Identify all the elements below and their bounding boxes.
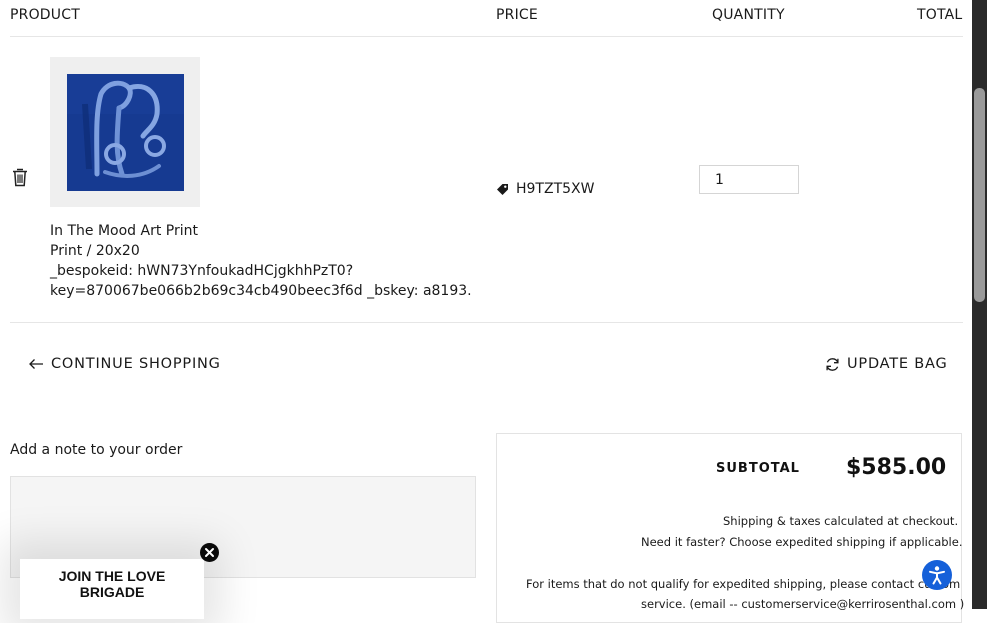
- close-icon: [205, 548, 214, 557]
- arrow-left-icon: [29, 359, 43, 369]
- artwork-image: [67, 74, 184, 191]
- row-divider: [10, 322, 963, 323]
- expedite-note: Need it faster? Choose expedited shippin…: [641, 535, 963, 549]
- continue-shopping-button[interactable]: CONTINUE SHOPPING: [28, 356, 221, 372]
- column-header-price: PRICE: [496, 7, 538, 23]
- price-cell: H9TZT5XW: [496, 181, 594, 197]
- popup-title: JOIN THE LOVE BRIGADE: [58, 568, 166, 600]
- update-bag-label: UPDATE BAG: [847, 356, 948, 372]
- refresh-icon: [826, 357, 839, 371]
- product-key: key=870067be066b2b69c34cb490beec3f6d _bs…: [50, 283, 472, 299]
- price-code: H9TZT5XW: [516, 181, 595, 197]
- popup-close-button[interactable]: [200, 543, 219, 562]
- column-header-total: TOTAL: [917, 7, 963, 23]
- price-tag-icon: [497, 183, 508, 195]
- accessibility-icon: [929, 566, 945, 585]
- trash-icon: [13, 168, 27, 187]
- accessibility-button[interactable]: [922, 560, 952, 590]
- update-bag-button[interactable]: UPDATE BAG: [825, 356, 948, 372]
- product-bespoke-id: _bespokeid: hWN73YnfoukadHCjgkhhPzT0?: [50, 263, 354, 279]
- remove-item-button[interactable]: [11, 167, 29, 187]
- product-title[interactable]: In The Mood Art Print: [50, 223, 198, 239]
- subtotal-label: SUBTOTAL: [716, 461, 800, 476]
- scrollbar-thumb[interactable]: [974, 88, 985, 302]
- quantity-input[interactable]: [699, 165, 799, 194]
- shipping-note: Shipping & taxes calculated at checkout.: [723, 514, 959, 528]
- subtotal-value: $585.00: [846, 455, 947, 480]
- column-header-quantity: QUANTITY: [712, 7, 785, 23]
- join-brigade-popup[interactable]: JOIN THE LOVE BRIGADE: [20, 559, 204, 619]
- column-header-product: PRODUCT: [10, 7, 80, 23]
- contact-note-line1: For items that do not qualify for expedi…: [526, 577, 961, 591]
- order-note-label: Add a note to your order: [10, 442, 183, 458]
- header-divider: [10, 36, 963, 37]
- product-image[interactable]: [50, 57, 200, 207]
- product-variant: Print / 20x20: [50, 243, 140, 259]
- continue-shopping-label: CONTINUE SHOPPING: [51, 356, 221, 372]
